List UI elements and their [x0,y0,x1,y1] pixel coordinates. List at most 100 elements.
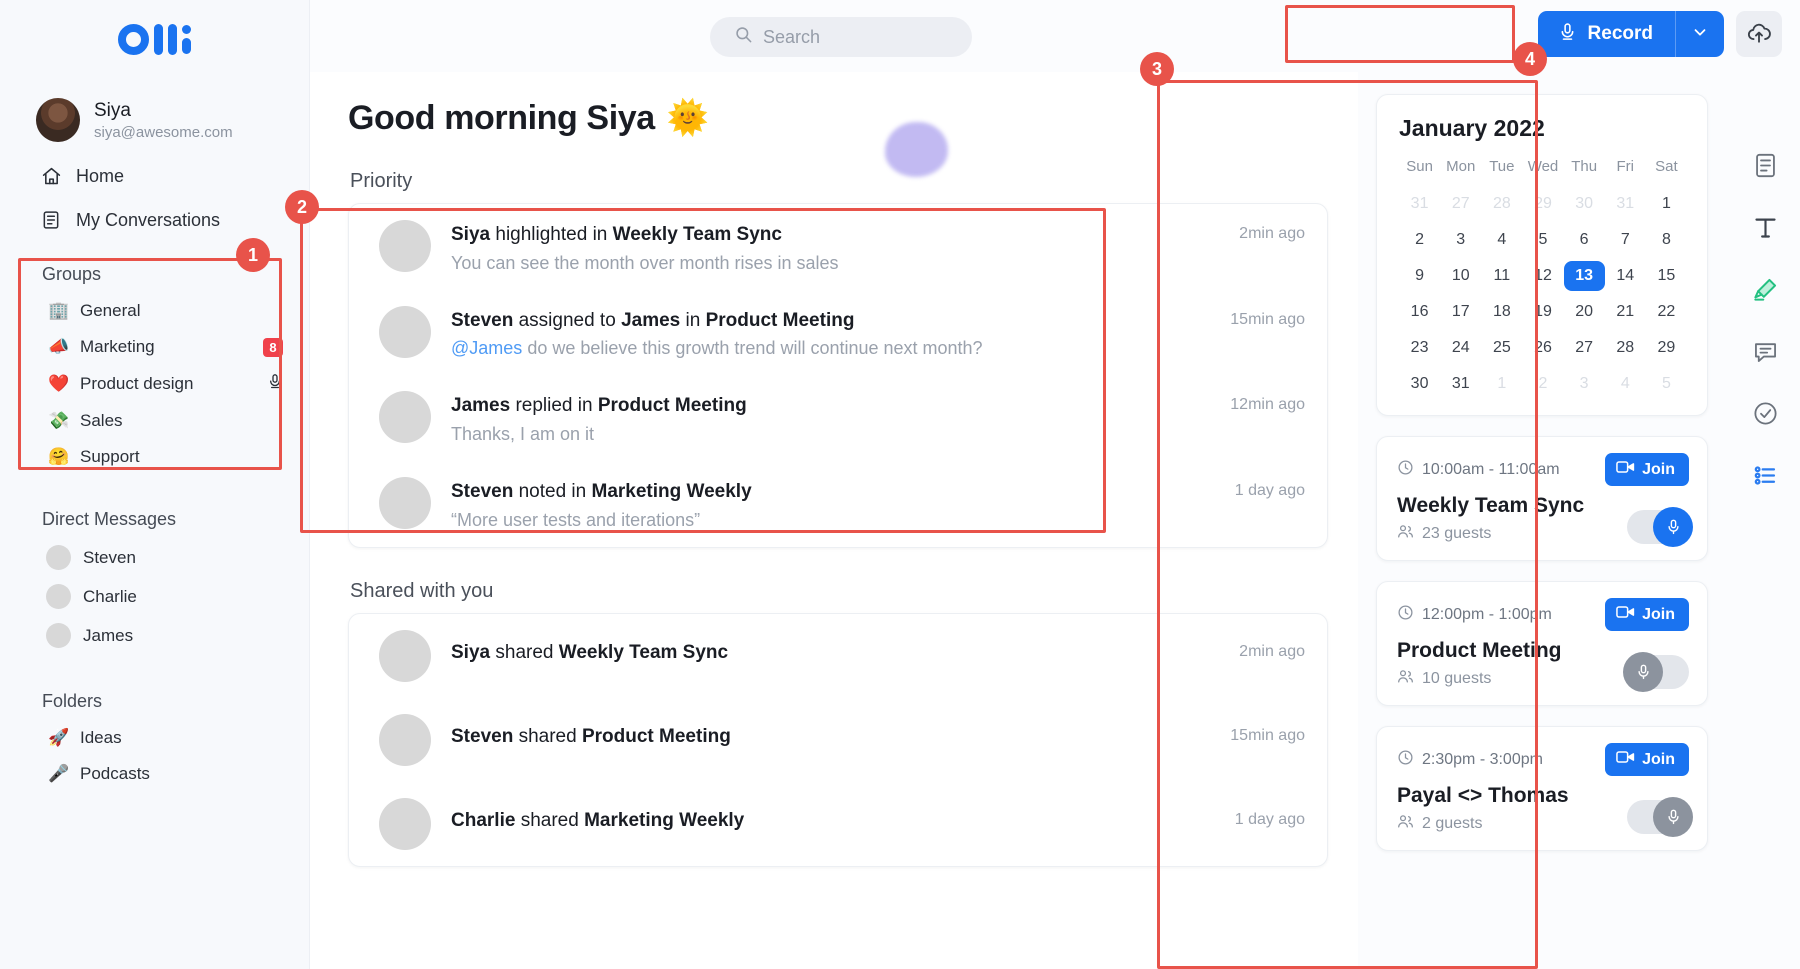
meeting-card[interactable]: 12:00pm - 1:00pm Join [1376,581,1708,706]
calendar-day[interactable]: 12 [1522,261,1563,291]
calendar-day[interactable]: 30 [1564,189,1605,219]
calendar-day[interactable]: 11 [1481,261,1522,291]
calendar-day[interactable]: 29 [1646,333,1687,363]
shared-item-title: Siya shared Weekly Team Sync [451,640,1219,666]
calendar-day[interactable]: 2 [1399,225,1440,255]
calendar-day[interactable]: 31 [1399,189,1440,219]
sidebar-dm-james[interactable]: James [0,616,309,655]
calendar-day[interactable]: 5 [1646,369,1687,399]
sidebar-item-home[interactable]: Home [0,154,309,198]
join-button[interactable]: Join [1605,453,1689,486]
sidebar-group-product-design[interactable]: ❤️ Product design [0,365,309,403]
list-item[interactable]: Steven shared Product Meeting 15min ago [349,698,1327,782]
meeting-card[interactable]: 10:00am - 11:00am Join [1376,436,1708,561]
document-icon[interactable] [1748,148,1782,182]
calendar-day[interactable]: 3 [1564,369,1605,399]
calendar-day[interactable]: 28 [1481,189,1522,219]
avatar [379,391,431,443]
calendar-day[interactable]: 4 [1605,369,1646,399]
check-circle-icon[interactable] [1748,396,1782,430]
calendar-day[interactable]: 27 [1440,189,1481,219]
sidebar-dm-charlie[interactable]: Charlie [0,577,309,616]
sidebar-folder-ideas[interactable]: 🚀 Ideas [0,720,309,756]
record-toggle[interactable] [1627,655,1689,689]
avatar [379,220,431,272]
sidebar-folder-podcasts[interactable]: 🎤 Podcasts [0,756,309,792]
calendar-day[interactable]: 9 [1399,261,1440,291]
group-label: General [80,301,283,321]
calendar-day[interactable]: 30 [1399,369,1440,399]
calendar-day[interactable]: 1 [1481,369,1522,399]
actor-name: Siya [451,642,490,663]
calendar-day[interactable]: 19 [1522,297,1563,327]
list-item[interactable]: Siya shared Weekly Team Sync 2min ago [349,614,1327,698]
list-item[interactable]: Steven assigned to James in Product Meet… [349,290,1327,376]
record-button[interactable]: Record [1538,11,1676,57]
highlighter-icon[interactable] [1748,272,1782,306]
calendar-day[interactable]: 22 [1646,297,1687,327]
home-icon [40,165,62,187]
direct-messages-section-title: Direct Messages [0,497,309,538]
calendar-day[interactable]: 18 [1481,297,1522,327]
text-tool-icon[interactable] [1748,210,1782,244]
guest-count: 10 guests [1422,670,1491,688]
record-toggle[interactable] [1627,800,1689,834]
list-item[interactable]: Steven noted in Marketing Weekly “More u… [349,461,1327,547]
sidebar-group-marketing[interactable]: 📣 Marketing 8 [0,329,309,365]
microphone-icon[interactable] [267,373,283,395]
calendar-day[interactable]: 14 [1605,261,1646,291]
dm-label: Charlie [83,587,137,607]
clock-icon [1397,459,1414,481]
user-profile[interactable]: Siya siya@awesome.com [0,86,309,154]
comment-icon[interactable] [1748,334,1782,368]
list-item[interactable]: Charlie shared Marketing Weekly 1 day ag… [349,782,1327,866]
calendar-day[interactable]: 15 [1646,261,1687,291]
mention-link[interactable]: @James [451,338,522,358]
calendar-day-selected[interactable]: 13 [1564,261,1605,291]
meeting-card[interactable]: 2:30pm - 3:00pm Join [1376,726,1708,851]
upload-button[interactable] [1736,11,1782,57]
calendar-day[interactable]: 2 [1522,369,1563,399]
calendar-day[interactable]: 8 [1646,225,1687,255]
record-toggle[interactable] [1627,510,1689,544]
avatar [36,98,80,142]
calendar-day[interactable]: 29 [1522,189,1563,219]
calendar-day[interactable]: 24 [1440,333,1481,363]
calendar-day[interactable]: 31 [1605,189,1646,219]
join-button[interactable]: Join [1605,598,1689,631]
calendar-day[interactable]: 23 [1399,333,1440,363]
calendar-day[interactable]: 1 [1646,189,1687,219]
calendar-day[interactable]: 4 [1481,225,1522,255]
search-input[interactable]: Search [710,17,972,57]
calendar-day[interactable]: 17 [1440,297,1481,327]
app-logo[interactable] [0,0,309,78]
list-icon[interactable] [1748,458,1782,492]
sidebar-group-sales[interactable]: 💸 Sales [0,403,309,439]
calendar-day[interactable]: 21 [1605,297,1646,327]
chevron-down-icon [1691,23,1709,46]
calendar-day[interactable]: 26 [1522,333,1563,363]
calendar-day[interactable]: 16 [1399,297,1440,327]
sidebar-group-support[interactable]: 🤗 Support [0,439,309,475]
list-item[interactable]: Siya highlighted in Weekly Team Sync You… [349,204,1327,290]
record-dropdown-button[interactable] [1676,11,1724,57]
calendar-day[interactable]: 5 [1522,225,1563,255]
calendar-day[interactable]: 27 [1564,333,1605,363]
join-button[interactable]: Join [1605,743,1689,776]
calendar-day[interactable]: 6 [1564,225,1605,255]
record-button-group[interactable]: Record [1538,11,1724,57]
calendar-dow: Sat [1646,158,1687,183]
calendar-day[interactable]: 31 [1440,369,1481,399]
calendar-day[interactable]: 10 [1440,261,1481,291]
calendar-day[interactable]: 7 [1605,225,1646,255]
sidebar-group-general[interactable]: 🏢 General [0,293,309,329]
sidebar-dm-steven[interactable]: Steven [0,538,309,577]
sidebar-item-my-conversations[interactable]: My Conversations [0,198,309,242]
verb-text-2: in [686,310,701,331]
guest-count: 23 guests [1422,525,1491,543]
calendar-day[interactable]: 25 [1481,333,1522,363]
calendar-day[interactable]: 20 [1564,297,1605,327]
calendar-day[interactable]: 3 [1440,225,1481,255]
list-item[interactable]: James replied in Product Meeting Thanks,… [349,375,1327,461]
calendar-day[interactable]: 28 [1605,333,1646,363]
